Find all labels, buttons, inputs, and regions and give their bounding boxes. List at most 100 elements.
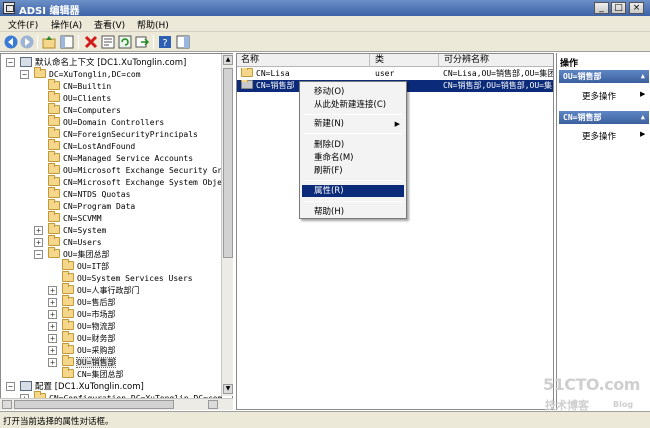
tree-root-configuration[interactable]: − 配置 [DC1.XuTonglin.com] — [6, 380, 144, 393]
tree-item[interactable]: CN=SCVMM — [48, 211, 102, 225]
column-header-dn[interactable]: 可分辨名称 — [440, 54, 553, 67]
more-actions-item[interactable]: 更多操作 ▶ — [582, 90, 645, 102]
expand-icon[interactable]: + — [34, 226, 43, 235]
forward-icon[interactable] — [20, 35, 34, 49]
list-row[interactable]: CN=Lisa user CN=Lisa,OU=销售部,OU=集团 — [237, 68, 553, 80]
ctx-rename[interactable]: 重命名(M) — [302, 152, 404, 164]
scroll-thumb[interactable] — [14, 400, 174, 409]
up-folder-icon[interactable] — [42, 35, 56, 49]
tree-item[interactable]: + CN=Users — [34, 235, 102, 249]
ctx-new[interactable]: 新建(N) ▶ — [302, 118, 404, 130]
expand-icon[interactable]: + — [48, 310, 57, 319]
menu-view[interactable]: 查看(V) — [94, 18, 125, 31]
menu-help[interactable]: 帮助(H) — [137, 18, 169, 31]
naming-context-icon — [20, 380, 32, 391]
close-button[interactable]: × — [629, 2, 644, 14]
scroll-left-icon[interactable] — [2, 400, 12, 409]
tree-item-domain[interactable]: − DC=XuTonglin,DC=com — [20, 67, 141, 81]
tree-subitem[interactable]: + OU=采购部 — [48, 343, 115, 357]
folder-icon — [241, 68, 253, 77]
menu-file[interactable]: 文件(F) — [8, 18, 38, 31]
tree-item[interactable]: OU=Microsoft Exchange Security Grou — [48, 163, 232, 177]
window-title: ADSI 编辑器 — [19, 6, 80, 17]
tree-subitem[interactable]: + OU=物流部 — [48, 319, 115, 333]
help-icon[interactable]: ? — [158, 35, 172, 49]
menu-action[interactable]: 操作(A) — [51, 18, 82, 31]
expand-icon[interactable]: + — [34, 238, 43, 247]
tree-pane[interactable]: − 默认命名上下文 [DC1.XuTonglin.com] − DC=XuTon… — [0, 53, 233, 410]
more-actions-item[interactable]: 更多操作 ▶ — [582, 130, 645, 142]
show-tree-icon[interactable] — [60, 35, 74, 49]
tree-vertical-scrollbar[interactable]: ▲ ▼ — [221, 54, 233, 396]
collapse-icon[interactable]: − — [6, 58, 15, 67]
tree-item[interactable]: OU=Domain Controllers — [48, 115, 164, 129]
column-header-class[interactable]: 类 — [371, 54, 439, 67]
folder-icon — [48, 187, 60, 198]
tree-subitem-selected[interactable]: + OU=销售部 — [48, 355, 117, 369]
tree-horizontal-scrollbar[interactable] — [0, 398, 233, 410]
ctx-new-connection[interactable]: 从此处新建连接(C) — [302, 99, 404, 111]
scroll-right-icon[interactable] — [208, 400, 218, 409]
collapse-icon[interactable]: − — [6, 382, 15, 391]
tree-subitem[interactable]: + OU=售后部 — [48, 295, 115, 309]
minimize-button[interactable]: _ — [594, 2, 609, 14]
folder-icon — [48, 79, 60, 90]
scroll-down-icon[interactable]: ▼ — [223, 384, 233, 394]
folder-icon — [48, 127, 60, 138]
expand-icon[interactable]: + — [48, 334, 57, 343]
maximize-button[interactable]: □ — [611, 2, 626, 14]
actions-pane: 操作 OU=销售部 ▲ 更多操作 ▶ CN=销售部 ▲ 更多操作 ▶ — [556, 53, 650, 410]
collapse-icon[interactable]: − — [20, 70, 29, 79]
tree-item[interactable]: CN=ForeignSecurityPrincipals — [48, 127, 198, 141]
collapse-icon[interactable]: − — [34, 250, 43, 259]
expand-icon[interactable]: + — [48, 322, 57, 331]
submenu-arrow-icon: ▶ — [394, 120, 400, 128]
tree-item[interactable]: CN=LostAndFound — [48, 139, 135, 153]
tree-item[interactable]: OU=Clients — [48, 91, 111, 105]
ctx-refresh[interactable]: 刷新(F) — [302, 165, 404, 177]
ctx-move[interactable]: 移动(O) — [302, 86, 404, 98]
tree-subitem[interactable]: OU=IT部 — [62, 259, 109, 273]
tree-item[interactable]: CN=Managed Service Accounts — [48, 151, 193, 165]
ctx-help[interactable]: 帮助(H) — [302, 206, 404, 218]
tree-item[interactable]: CN=Microsoft Exchange System Object — [48, 175, 232, 189]
tree-item[interactable]: − OU=集团总部 — [34, 247, 109, 261]
ctx-properties[interactable]: 属性(R) — [302, 185, 404, 197]
tree-item[interactable]: CN=Builtin — [48, 79, 111, 93]
action-group-header[interactable]: OU=销售部 ▲ — [559, 70, 649, 83]
tree-item[interactable]: + CN=System — [34, 223, 106, 237]
menu-separator — [304, 133, 402, 134]
scroll-up-icon[interactable]: ▲ — [223, 55, 233, 65]
back-icon[interactable] — [4, 35, 18, 49]
action-group-header[interactable]: CN=销售部 ▲ — [559, 111, 649, 124]
expand-icon[interactable]: + — [48, 346, 57, 355]
tree-item[interactable]: CN=Computers — [48, 103, 121, 117]
column-header-name[interactable]: 名称 — [237, 54, 370, 67]
tree-item[interactable]: CN=NTDS Quotas — [48, 187, 130, 201]
naming-context-icon — [20, 56, 32, 67]
export-icon[interactable] — [135, 35, 149, 49]
tree-subitem[interactable]: CN=集团总部 — [62, 367, 123, 381]
tree-item[interactable]: CN=Program Data — [48, 199, 135, 213]
folder-icon — [62, 307, 74, 318]
folder-icon — [48, 139, 60, 150]
scroll-thumb[interactable] — [223, 68, 233, 258]
context-menu: 移动(O) 从此处新建连接(C) 新建(N) ▶ 删除(D) 重命名(M) 刷新(… — [299, 81, 407, 219]
delete-icon[interactable] — [84, 35, 98, 49]
show-action-pane-icon[interactable] — [176, 35, 190, 49]
folder-icon — [48, 151, 60, 162]
toolbar-separator — [37, 35, 38, 49]
tree-subitem[interactable]: OU=System Services Users — [62, 271, 193, 285]
tree-subitem[interactable]: + OU=市场部 — [48, 307, 115, 321]
expand-icon[interactable]: + — [48, 298, 57, 307]
collapse-arrow-icon[interactable]: ▲ — [641, 70, 645, 83]
properties-icon[interactable] — [101, 35, 115, 49]
ctx-delete[interactable]: 删除(D) — [302, 139, 404, 151]
folder-icon — [62, 343, 74, 354]
refresh-icon[interactable] — [118, 35, 132, 49]
tree-subitem[interactable]: + OU=财务部 — [48, 331, 115, 345]
expand-icon[interactable]: + — [48, 286, 57, 295]
expand-icon[interactable]: + — [48, 358, 57, 367]
collapse-arrow-icon[interactable]: ▲ — [641, 111, 645, 124]
folder-icon — [48, 247, 60, 258]
